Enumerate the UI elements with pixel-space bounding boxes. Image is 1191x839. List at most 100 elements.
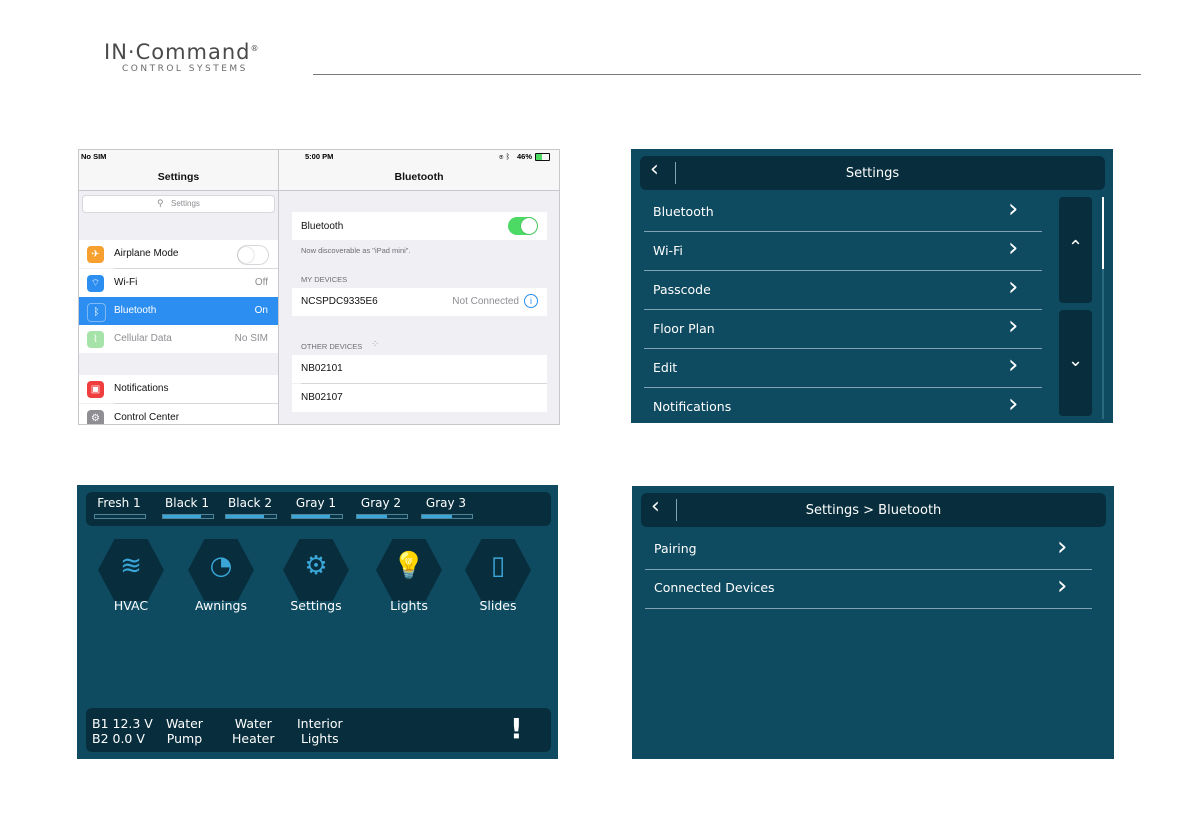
bt-item-label: Pairing (654, 541, 697, 556)
tank-level-bar (162, 514, 214, 519)
tank-label: Gray 3 (425, 496, 467, 510)
interior-lights-label-2: Lights (300, 731, 339, 746)
tank-level-bar (291, 514, 343, 519)
bluetooth-icon: ᛒ (87, 303, 106, 322)
airplane-mode-row[interactable]: ✈ Airplane Mode (79, 240, 278, 268)
settings-item-wi-fi[interactable]: Wi-Fi › (644, 232, 1042, 271)
settings-item-label: Bluetooth (653, 204, 714, 219)
tile-settings[interactable]: ⚙ Settings (271, 537, 361, 617)
settings-item-bluetooth[interactable]: Bluetooth › (644, 193, 1042, 232)
ipad-settings-screenshot: No SIM Settings ⚲ Settings ✈ Airplane Mo… (78, 149, 560, 425)
tank-level-fill (422, 515, 452, 518)
battery-icon (535, 153, 550, 161)
tile-awnings[interactable]: ◔ Awnings (176, 537, 266, 617)
tank-label: Gray 2 (360, 496, 402, 510)
tile-label: Lights (390, 598, 428, 613)
battery-voltages: B1 12.3 V B2 0.0 V (92, 716, 153, 746)
chevron-right-icon: › (1008, 350, 1019, 380)
settings-item-passcode[interactable]: Passcode › (644, 271, 1042, 310)
interior-lights-label-1: Interior (297, 716, 343, 731)
wifi-label: Wi-Fi (114, 277, 138, 288)
airplane-mode-toggle[interactable] (237, 245, 269, 265)
tank-level-fill (226, 515, 264, 518)
tile-hvac[interactable]: ≋ HVAC (86, 537, 176, 617)
lightbulb-icon: 💡 (392, 551, 426, 581)
other-device-row[interactable]: NB02107 (292, 384, 547, 412)
other-device-row[interactable]: NB02101 (292, 355, 547, 383)
water-heater-label-1: Water (234, 716, 272, 731)
tile-label: Awnings (194, 598, 248, 613)
alert-icon[interactable]: ! (510, 712, 523, 745)
bluetooth-toggle[interactable] (508, 217, 538, 235)
header-divider (313, 74, 1141, 75)
tank-level-bar (94, 514, 146, 519)
settings-title: Settings (845, 166, 900, 181)
other-device-name: NB02107 (301, 392, 343, 403)
chevron-right-icon: › (1008, 233, 1019, 263)
chevron-right-icon: › (1008, 272, 1019, 302)
settings-item-label: Edit (653, 360, 678, 375)
battery-b2-voltage: B2 0.0 V (92, 731, 145, 746)
slides-icon: ▯ (490, 551, 506, 581)
scroll-down-button[interactable]: ⌄ (1059, 310, 1092, 416)
tank-level-fill (163, 515, 201, 518)
chevron-right-icon: › (1057, 571, 1068, 601)
status-icons: ◉ ᛒ (499, 152, 511, 161)
cellular-icon: ⌇ (87, 331, 104, 348)
water-heater-button[interactable]: Water Heater (232, 716, 274, 746)
interior-lights-button[interactable]: Interior Lights (297, 716, 343, 746)
bt-item-label: Connected Devices (654, 580, 775, 595)
brand-logo: IN·Command® (104, 40, 260, 64)
scrollbar-track[interactable] (1102, 269, 1104, 419)
carrier-label: No SIM (81, 152, 107, 161)
settings-item-label: Wi-Fi (653, 243, 683, 258)
bt-title-bar: ‹ Settings > Bluetooth (641, 493, 1106, 527)
water-pump-button[interactable]: Water Pump (166, 716, 203, 746)
ipad-bluetooth-detail: 5:00 PM ◉ ᛒ 46% Bluetooth Bluetooth Now … (279, 150, 559, 424)
control-center-label: Control Center (114, 412, 180, 423)
tank-level-bar (225, 514, 277, 519)
scroll-up-button[interactable]: ⌃ (1059, 197, 1092, 303)
bt-item-connected-devices[interactable]: Connected Devices › (645, 570, 1092, 609)
bt-item-pairing[interactable]: Pairing › (645, 531, 1092, 570)
wifi-icon: ⌔ (87, 275, 104, 292)
settings-item-edit[interactable]: Edit › (644, 349, 1042, 388)
settings-item-notifications[interactable]: Notifications › (644, 388, 1042, 423)
settings-item-label: Notifications (653, 399, 732, 414)
tile-slides[interactable]: ▯ Slides (453, 537, 543, 617)
toggle-knob (238, 247, 254, 263)
my-device-row[interactable]: NCSPDC9335E6 Not Connected i (292, 288, 547, 316)
scrollbar-thumb[interactable] (1102, 197, 1104, 269)
bluetooth-row[interactable]: ᛒ Bluetooth On (79, 297, 278, 325)
tank-level-fill (357, 515, 387, 518)
chevron-right-icon: › (1057, 532, 1068, 562)
settings-screen: ‹ Settings ⌃ ⌄ Bluetooth › Wi-Fi › Passcode ›… (631, 149, 1113, 423)
clock-label: 5:00 PM (305, 152, 334, 161)
wifi-value: Off (254, 277, 268, 288)
search-icon: ⚲ (157, 198, 164, 208)
chevron-right-icon: › (1008, 311, 1019, 341)
registered-mark: ® (250, 44, 260, 53)
hvac-icon: ≋ (120, 551, 142, 581)
my-device-name: NCSPDC9335E6 (301, 296, 378, 307)
tile-lights[interactable]: 💡 Lights (364, 537, 454, 617)
chevron-right-icon: › (1008, 194, 1019, 224)
bluetooth-toggle-label: Bluetooth (301, 221, 344, 232)
tank-label: Gray 1 (295, 496, 337, 510)
cellular-data-label: Cellular Data (114, 333, 172, 344)
search-input[interactable]: ⚲ Settings (82, 195, 275, 213)
battery-b1-voltage: B1 12.3 V (92, 716, 153, 731)
settings-title-bar: ‹ Settings (640, 156, 1105, 190)
settings-item-floor-plan[interactable]: Floor Plan › (644, 310, 1042, 349)
search-placeholder: Settings (171, 199, 200, 208)
ipad-master-title: Settings (157, 171, 200, 183)
info-icon[interactable]: i (524, 294, 538, 308)
tank-level-bar (356, 514, 408, 519)
tile-label: HVAC (113, 598, 149, 613)
wifi-row[interactable]: ⌔ Wi-Fi Off (79, 269, 278, 297)
notifications-label: Notifications (114, 383, 169, 394)
notifications-row[interactable]: ▣ Notifications (79, 375, 278, 403)
discoverable-note: Now discoverable as "iPad mini". (301, 246, 411, 255)
control-center-row[interactable]: ⚙ Control Center (79, 404, 278, 424)
bluetooth-toggle-row: Bluetooth (292, 212, 547, 240)
